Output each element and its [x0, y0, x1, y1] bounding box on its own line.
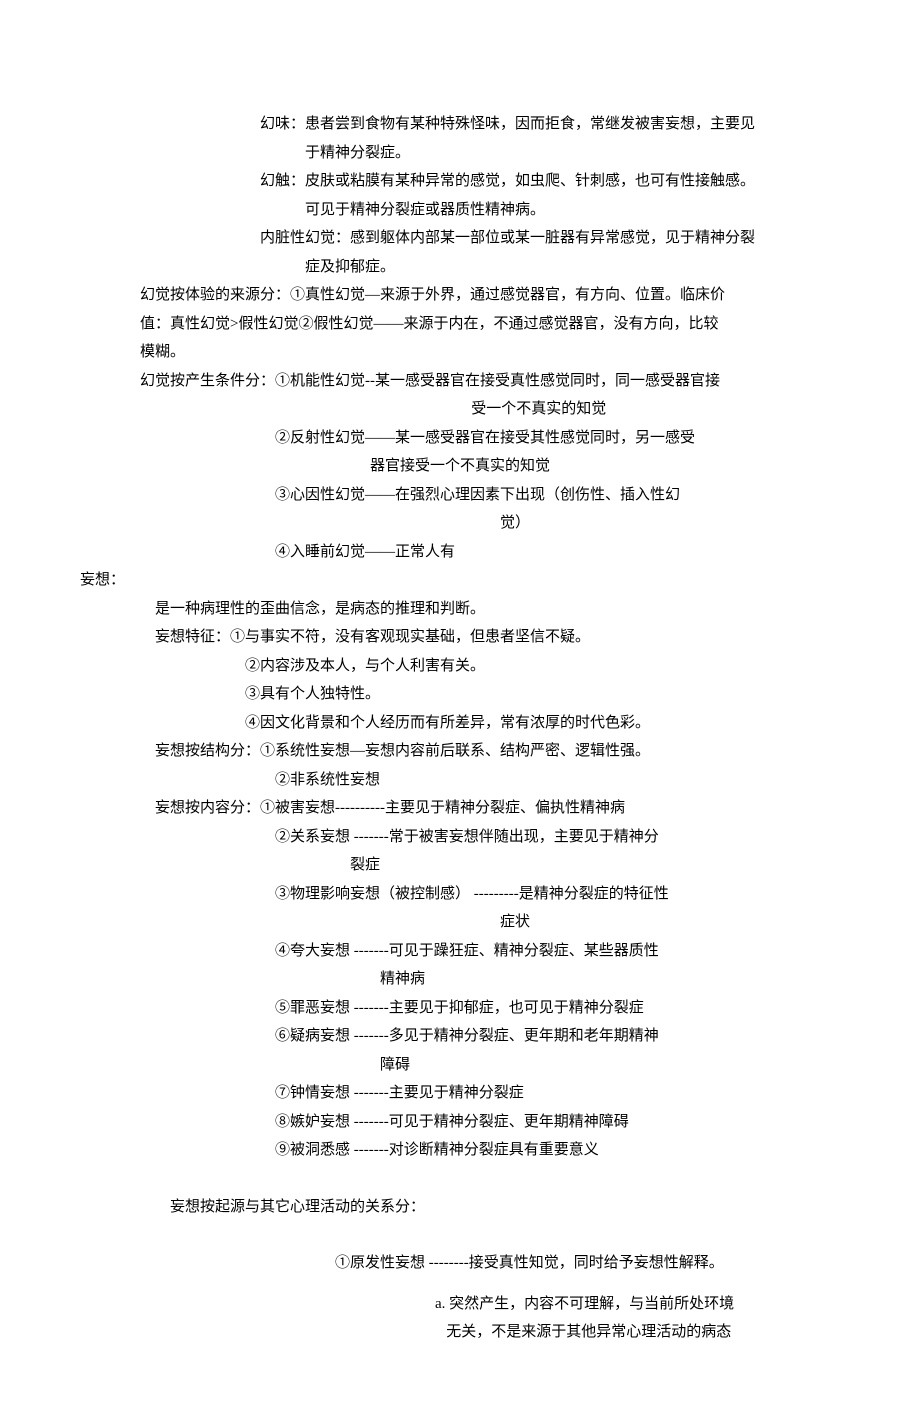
- text-line: ③具有个人独特性。: [80, 680, 840, 709]
- text-line: ②内容涉及本人，与个人利害有关。: [80, 652, 840, 681]
- text-line: ④因文化背景和个人经历而有所差异，常有浓厚的时代色彩。: [80, 709, 840, 738]
- text-line: 内脏性幻觉：感到躯体内部某一部位或某一脏器有异常感觉，见于精神分裂: [80, 224, 840, 253]
- text-line: 受一个不真实的知觉: [80, 395, 840, 424]
- text-line: ②非系统性妄想: [80, 766, 840, 795]
- text-line: 于精神分裂症。: [80, 139, 840, 168]
- text-line: 幻触：皮肤或粘膜有某种异常的感觉，如虫爬、针刺感，也可有性接触感。: [80, 167, 840, 196]
- text-line: 幻觉按产生条件分：①机能性幻觉--某一感受器官在接受真性感觉同时，同一感受器官接: [80, 367, 840, 396]
- text-line: ⑤罪恶妄想 -------主要见于抑郁症，也可见于精神分裂症: [80, 994, 840, 1023]
- text-line: 器官接受一个不真实的知觉: [80, 452, 840, 481]
- text-line: [80, 1221, 840, 1249]
- text-line: ②反射性幻觉——某一感受器官在接受其性感觉同时，另一感受: [80, 424, 840, 453]
- text-line: 妄想：: [80, 566, 840, 595]
- text-line: 觉）: [80, 509, 840, 538]
- text-line: ④夸大妄想 -------可见于躁狂症、精神分裂症、某些器质性: [80, 937, 840, 966]
- text-line: 妄想按内容分：①被害妄想----------主要见于精神分裂症、偏执性精神病: [80, 794, 840, 823]
- text-line: 是一种病理性的歪曲信念，是病态的推理和判断。: [80, 595, 840, 624]
- text-line: a. 突然产生，内容不可理解，与当前所处环境: [80, 1290, 840, 1319]
- text-line: 幻觉按体验的来源分：①真性幻觉—来源于外界，通过感觉器官，有方向、位置。临床价: [80, 281, 840, 310]
- text-line: ③心因性幻觉——在强烈心理因素下出现（创伤性、插入性幻: [80, 481, 840, 510]
- text-line: [80, 1165, 840, 1193]
- text-line: ②关系妄想 -------常于被害妄想伴随出现，主要见于精神分: [80, 823, 840, 852]
- text-line: 裂症: [80, 851, 840, 880]
- text-line: ⑨被洞悉感 -------对诊断精神分裂症具有重要意义: [80, 1136, 840, 1165]
- text-line: ⑧嫉妒妄想 -------可见于精神分裂症、更年期精神障碍: [80, 1108, 840, 1137]
- text-line: 可见于精神分裂症或器质性精神病。: [80, 196, 840, 225]
- text-line: ③物理影响妄想（被控制感） ---------是精神分裂症的特征性: [80, 880, 840, 909]
- text-line: 妄想特征：①与事实不符，没有客观现实基础，但患者坚信不疑。: [80, 623, 840, 652]
- text-line: 幻味：患者尝到食物有某种特殊怪味，因而拒食，常继发被害妄想，主要见: [80, 110, 840, 139]
- text-line: 值：真性幻觉>假性幻觉②假性幻觉——来源于内在，不通过感觉器官，没有方向，比较: [80, 310, 840, 339]
- text-line: 妄想按结构分：①系统性妄想—妄想内容前后联系、结构严密、逻辑性强。: [80, 737, 840, 766]
- text-line: 妄想按起源与其它心理活动的关系分：: [80, 1193, 840, 1222]
- document-body: 幻味：患者尝到食物有某种特殊怪味，因而拒食，常继发被害妄想，主要见于精神分裂症。…: [80, 110, 840, 1347]
- text-line: ⑥疑病妄想 -------多见于精神分裂症、更年期和老年期精神: [80, 1022, 840, 1051]
- text-line: 障碍: [80, 1051, 840, 1080]
- text-line: ④入睡前幻觉——正常人有: [80, 538, 840, 567]
- text-line: 症及抑郁症。: [80, 253, 840, 282]
- text-line: ①原发性妄想 --------接受真性知觉，同时给予妄想性解释。: [80, 1249, 840, 1278]
- text-line: 无关，不是来源于其他异常心理活动的病态: [80, 1318, 840, 1347]
- text-line: 模糊。: [80, 338, 840, 367]
- text-line: ⑦钟情妄想 -------主要见于精神分裂症: [80, 1079, 840, 1108]
- text-line: [80, 1278, 840, 1290]
- text-line: 精神病: [80, 965, 840, 994]
- text-line: 症状: [80, 908, 840, 937]
